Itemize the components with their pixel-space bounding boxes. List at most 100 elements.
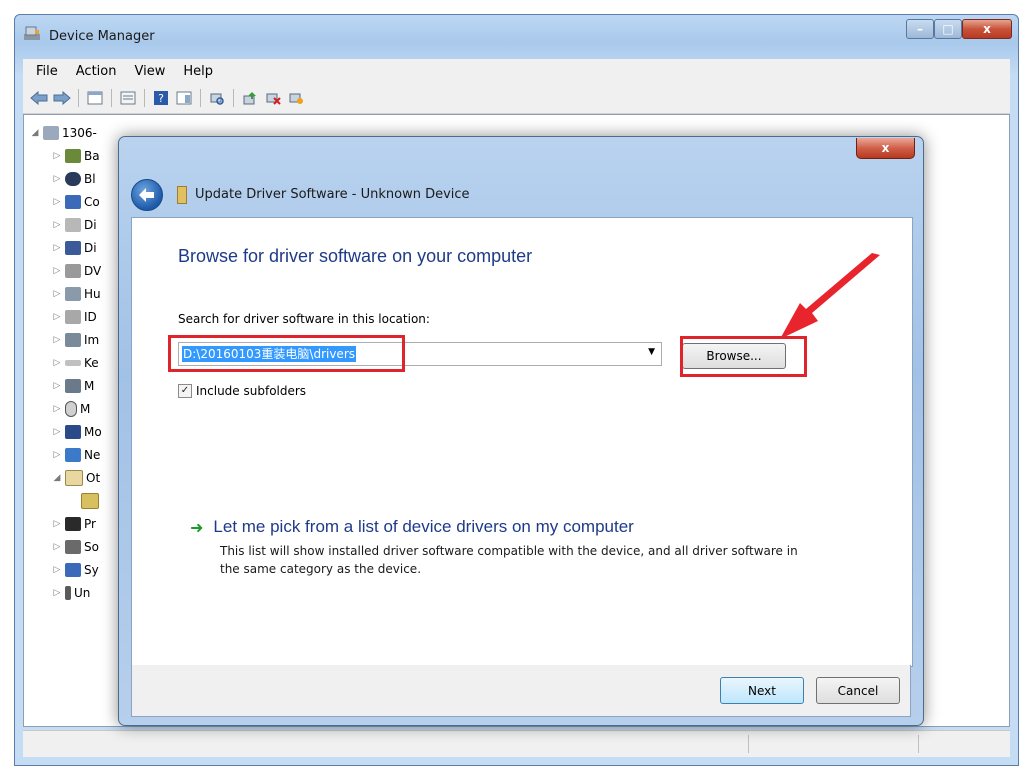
tree-item-label: Hu — [84, 286, 101, 301]
red-pointer-arrow — [780, 253, 880, 339]
tree-item[interactable]: ▷ Mo — [52, 420, 102, 443]
expand-icon[interactable]: ▷ — [52, 151, 62, 161]
tree-item-label: Ba — [84, 148, 100, 163]
tree-item[interactable]: ◢ Ot — [52, 466, 102, 489]
tree-item[interactable]: ▷ Ne — [52, 443, 102, 466]
help-icon[interactable]: ? — [151, 88, 171, 108]
disk-drive-icon — [65, 217, 81, 232]
expand-icon[interactable]: ▷ — [52, 197, 62, 207]
uninstall-icon[interactable] — [263, 88, 283, 108]
expand-icon[interactable]: ▷ — [52, 243, 62, 253]
expand-icon[interactable]: ▷ — [52, 289, 62, 299]
dropdown-arrow-icon[interactable]: ▼ — [648, 347, 655, 357]
expand-icon[interactable]: ▷ — [52, 358, 62, 368]
tree-item-label: ID — [84, 309, 97, 324]
tree-item[interactable]: ▷ M — [52, 374, 102, 397]
expand-icon[interactable]: ▷ — [52, 450, 62, 460]
tree-item[interactable]: ▷ Di — [52, 236, 102, 259]
menu-file[interactable]: File — [29, 62, 65, 81]
expand-icon[interactable]: ▷ — [52, 542, 62, 552]
cancel-button[interactable]: Cancel — [816, 677, 900, 704]
tree-item[interactable]: ▷ Im — [52, 328, 102, 351]
tree-root-label: 1306- — [62, 125, 97, 140]
include-subfolders-checkbox[interactable]: ✓ — [178, 384, 192, 398]
status-divider — [918, 735, 919, 753]
collapse-icon[interactable]: ◢ — [30, 128, 40, 138]
window-title: Device Manager — [49, 29, 155, 44]
mouse-icon — [65, 400, 77, 417]
tree-item[interactable]: ▷ Ke — [52, 351, 102, 374]
expand-icon[interactable]: ▷ — [52, 312, 62, 322]
menu-action[interactable]: Action — [69, 62, 124, 81]
collapse-icon[interactable]: ◢ — [52, 473, 62, 483]
tree-item[interactable]: ▷ So — [52, 535, 102, 558]
expand-icon[interactable]: ▷ — [52, 404, 62, 414]
tree-item[interactable]: ▷ Sy — [52, 558, 102, 581]
tree-item[interactable]: ▷ ID — [52, 305, 102, 328]
usb-icon — [65, 585, 71, 600]
tree-item[interactable]: ▷ Un — [52, 581, 102, 604]
imaging-device-icon — [65, 332, 81, 347]
toolbar-separator — [78, 89, 79, 107]
tree-root[interactable]: ◢ 1306- — [30, 121, 102, 144]
tree-item[interactable]: ▷ Di — [52, 213, 102, 236]
update-driver-icon[interactable] — [240, 88, 260, 108]
disable-icon[interactable] — [286, 88, 306, 108]
tree-item[interactable]: ▷ Pr — [52, 512, 102, 535]
computer-icon — [43, 125, 59, 140]
speaker-icon — [65, 539, 81, 554]
menu-view[interactable]: View — [127, 62, 172, 81]
unknown-device-icon — [81, 492, 99, 509]
expand-icon[interactable]: ▷ — [52, 174, 62, 184]
expand-icon[interactable]: ▷ — [52, 335, 62, 345]
tree-item-label: Ke — [84, 355, 99, 370]
tree-item[interactable]: ▷ M — [52, 397, 102, 420]
pick-from-list-link[interactable]: ➜ Let me pick from a list of device driv… — [190, 517, 634, 537]
expand-icon[interactable]: ▷ — [52, 266, 62, 276]
tree-item-label: So — [84, 539, 99, 554]
expand-icon[interactable]: ▷ — [52, 427, 62, 437]
minimize-button[interactable]: – — [906, 19, 934, 39]
properties-icon[interactable] — [118, 88, 138, 108]
title-bar[interactable]: Device Manager – □ x — [15, 15, 1018, 49]
hid-icon — [65, 286, 81, 301]
keyboard-icon — [65, 359, 81, 366]
maximize-button[interactable]: □ — [934, 19, 962, 39]
tree-item[interactable]: ▷ Hu — [52, 282, 102, 305]
expand-icon[interactable]: ▷ — [52, 588, 62, 598]
scan-hardware-icon[interactable] — [207, 88, 227, 108]
tree-item[interactable]: ▷ Ba — [52, 144, 102, 167]
tree-item[interactable]: ▷ Co — [52, 190, 102, 213]
menu-help[interactable]: Help — [176, 62, 220, 81]
tree-item[interactable]: ▷ DV — [52, 259, 102, 282]
pick-from-list-description: This list will show installed driver sof… — [220, 544, 798, 576]
processor-icon — [65, 516, 81, 531]
back-button[interactable] — [131, 179, 163, 211]
expand-icon[interactable]: ▷ — [52, 381, 62, 391]
next-button[interactable]: Next — [720, 677, 804, 704]
expand-icon[interactable]: ▷ — [52, 220, 62, 230]
tree-item-label: Pr — [84, 516, 96, 531]
tree-item-unknown-device[interactable] — [78, 489, 102, 512]
tree-item[interactable]: ▷ Bl — [52, 167, 102, 190]
include-subfolders[interactable]: ✓ Include subfolders — [178, 384, 306, 398]
back-arrow-icon[interactable] — [29, 88, 49, 108]
dialog-title: Update Driver Software - Unknown Device — [195, 187, 470, 202]
search-location-label: Search for driver software in this locat… — [178, 312, 430, 326]
tree-item-label: Sy — [84, 562, 99, 577]
show-hide-console-tree-icon[interactable] — [85, 88, 105, 108]
dialog-body: Browse for driver software on your compu… — [131, 217, 913, 667]
dialog-footer: Next Cancel — [131, 665, 911, 717]
toolbar: ? — [23, 83, 1010, 114]
expand-icon[interactable]: ▷ — [52, 565, 62, 575]
close-button[interactable]: x — [962, 19, 1012, 39]
dialog-close-button[interactable]: x — [856, 138, 915, 159]
menu-bar: File Action View Help — [23, 59, 1010, 83]
window-controls: – □ x — [906, 19, 1012, 41]
ide-controller-icon — [65, 309, 81, 324]
toolbar-separator — [200, 89, 201, 107]
device-tree: ◢ 1306- ▷ Ba ▷ Bl ▷ Co ▷ Di ▷ Di ▷ DV ▷ Hu ▷ ID … — [30, 121, 102, 604]
forward-arrow-icon[interactable] — [52, 88, 72, 108]
expand-icon[interactable]: ▷ — [52, 519, 62, 529]
action-pane-icon[interactable] — [174, 88, 194, 108]
